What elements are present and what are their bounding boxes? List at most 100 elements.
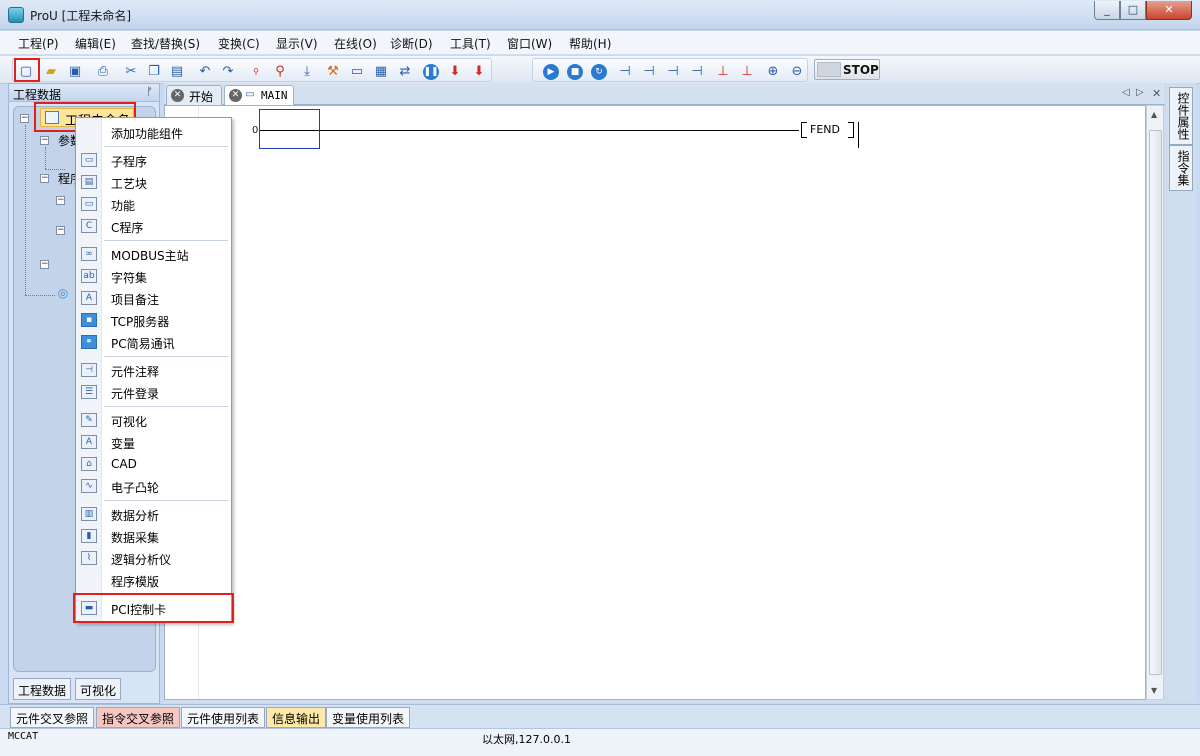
status-bar: MCCAT 以太网,127.0.0.1 — [0, 728, 1200, 756]
close-tab-icon[interactable]: ✕ — [171, 89, 184, 102]
force-off-icon[interactable]: ⊥ — [737, 62, 757, 82]
cut-icon[interactable]: ✂ — [121, 62, 141, 82]
menu-help[interactable]: 帮助(H) — [569, 35, 611, 52]
table-icon[interactable]: ▦ — [371, 62, 391, 82]
scroll-down-icon[interactable]: ▼ — [1151, 686, 1157, 695]
paste-icon[interactable]: ▤ — [167, 62, 187, 82]
menu-visualization[interactable]: ✎ 可视化 — [77, 410, 230, 430]
menu-c-program[interactable]: C C程序 — [77, 216, 230, 236]
menu-window[interactable]: 窗口(W) — [507, 35, 552, 52]
tab-main[interactable]: ✕ ▭ MAIN — [224, 85, 294, 106]
reset-icon[interactable]: ↻ — [591, 64, 607, 80]
tab-prev-icon[interactable]: ◁ — [1122, 87, 1130, 98]
switch-icon[interactable]: ⇄ — [395, 62, 415, 82]
print-icon[interactable]: ⎙ — [93, 62, 113, 82]
menu-data-analysis[interactable]: ▥ 数据分析 — [77, 504, 230, 524]
menu-tools[interactable]: 工具(T) — [450, 35, 491, 52]
close-editor-icon[interactable]: ✕ — [1152, 87, 1161, 100]
menu-pc-simple-comm[interactable]: ⚭ PC简易通讯 — [77, 332, 230, 352]
tab-info-output[interactable]: 信息输出 — [266, 707, 327, 728]
open-folder-icon[interactable]: ▰ — [41, 62, 61, 82]
menu-process-block[interactable]: ▤ 工艺块 — [77, 172, 230, 192]
vertical-scrollbar[interactable]: ▲ ▼ — [1146, 105, 1164, 700]
menu-view[interactable]: 显示(V) — [276, 35, 318, 52]
menu-subroutine[interactable]: ▭ 子程序 — [77, 150, 230, 170]
menu-element-register[interactable]: ☰ 元件登录 — [77, 382, 230, 402]
zoom-out-icon[interactable]: ⊖ — [787, 62, 807, 82]
close-button[interactable]: ✕ — [1146, 1, 1192, 20]
write-plc-icon[interactable]: ⬇ — [445, 62, 465, 82]
menu-electronic-cam[interactable]: ∿ 电子凸轮 — [77, 476, 230, 496]
stop-icon[interactable]: ■ — [567, 64, 583, 80]
tab-instruction-xref[interactable]: 指令交叉参照 — [96, 707, 181, 728]
menu-convert[interactable]: 变换(C) — [218, 35, 260, 52]
tab-element-usage[interactable]: 元件使用列表 — [181, 707, 266, 728]
force-on-icon[interactable]: ⊥ — [713, 62, 733, 82]
tab-start[interactable]: ✕ 开始 — [166, 85, 222, 105]
menu-edit[interactable]: 编辑(E) — [75, 35, 116, 52]
menu-diagnose[interactable]: 诊断(D) — [390, 35, 433, 52]
tab-variable-usage[interactable]: 变量使用列表 — [326, 707, 411, 728]
coil-icon[interactable]: ⊣ — [663, 62, 683, 82]
link-icon: ∞ — [81, 247, 97, 261]
menu-cad[interactable]: ⌂ CAD — [77, 454, 230, 474]
download-icon[interactable]: ⤓ — [297, 62, 317, 82]
cam-icon[interactable]: ◎ — [54, 285, 72, 301]
run-icon[interactable]: ▶ — [543, 64, 559, 80]
menu-pci-control-card[interactable]: ▬ PCI控制卡 — [77, 598, 230, 618]
variable-icon: A — [81, 435, 97, 449]
expander-program[interactable]: − — [40, 174, 49, 183]
expander-comments[interactable]: − — [40, 260, 49, 269]
scroll-thumb[interactable] — [1149, 130, 1162, 675]
menu-separator — [104, 356, 228, 357]
tab-visualization[interactable]: 可视化 — [75, 678, 122, 700]
tab-instruction-set[interactable]: 指令集 — [1169, 145, 1193, 191]
device-search-icon[interactable]: ⚲ — [246, 62, 266, 82]
cursor-cell[interactable] — [259, 109, 320, 149]
copy-icon[interactable]: ❐ — [144, 62, 164, 82]
ladder-canvas[interactable]: 0 FEND — [164, 105, 1146, 700]
tab-element-xref[interactable]: 元件交叉参照 — [10, 707, 95, 728]
new-file-icon[interactable]: ▢ — [16, 62, 36, 82]
expander-program-sub1[interactable]: − — [56, 196, 65, 205]
menu-modbus-master[interactable]: ∞ MODBUS主站 — [77, 244, 230, 264]
fend-instruction[interactable]: FEND — [810, 123, 840, 136]
close-tab-icon[interactable]: ✕ — [229, 89, 242, 102]
read-plc-icon[interactable]: ⬇ — [469, 62, 489, 82]
menu-charset[interactable]: ab 字符集 — [77, 266, 230, 286]
tab-next-icon[interactable]: ▷ — [1136, 87, 1144, 98]
menu-add-function-component[interactable]: 添加功能组件 — [77, 122, 230, 142]
redo-icon[interactable]: ↷ — [218, 62, 238, 82]
expander-root[interactable]: − — [20, 114, 29, 123]
pause-icon[interactable]: ❚❚ — [423, 64, 439, 80]
expander-params[interactable]: − — [40, 136, 49, 145]
maximize-button[interactable]: □ — [1120, 1, 1146, 20]
undo-icon[interactable]: ↶ — [195, 62, 215, 82]
rung-number: 0 — [252, 125, 259, 136]
menu-variable[interactable]: A 变量 — [77, 432, 230, 452]
monitor-icon[interactable]: ▭ — [347, 62, 367, 82]
minimize-button[interactable]: _ — [1094, 1, 1120, 20]
scroll-up-icon[interactable]: ▲ — [1151, 110, 1157, 119]
tab-project-data[interactable]: 工程数据 — [13, 678, 72, 700]
menu-find-replace[interactable]: 查找/替换(S) — [131, 35, 200, 52]
menu-function[interactable]: ▭ 功能 — [77, 194, 230, 214]
compile-icon[interactable]: ⚒ — [323, 62, 343, 82]
function-block-icon[interactable]: ⊣ — [687, 62, 707, 82]
zoom-in-icon[interactable]: ⊕ — [763, 62, 783, 82]
menu-project[interactable]: 工程(P) — [18, 35, 59, 52]
save-icon[interactable]: ▣ — [65, 62, 85, 82]
tab-control-properties[interactable]: 控件属性 — [1169, 87, 1193, 145]
menu-element-comments[interactable]: ⊣ 元件注释 — [77, 360, 230, 380]
expander-program-sub2[interactable]: − — [56, 226, 65, 235]
menu-data-collection[interactable]: ▮ 数据采集 — [77, 526, 230, 546]
contact-no-icon[interactable]: ⊣ — [615, 62, 635, 82]
menu-online[interactable]: 在线(O) — [334, 35, 377, 52]
pin-icon[interactable]: ᚠ — [146, 85, 153, 98]
menu-tcp-server[interactable]: ▪ TCP服务器 — [77, 310, 230, 330]
contact-search-icon[interactable]: ⚲ — [270, 62, 290, 82]
menu-project-notes[interactable]: A 项目备注 — [77, 288, 230, 308]
contact-nc-icon[interactable]: ⊣ — [639, 62, 659, 82]
menu-logic-analyzer[interactable]: ⌇ 逻辑分析仪 — [77, 548, 230, 568]
menu-program-template[interactable]: 程序模版 — [77, 570, 230, 590]
